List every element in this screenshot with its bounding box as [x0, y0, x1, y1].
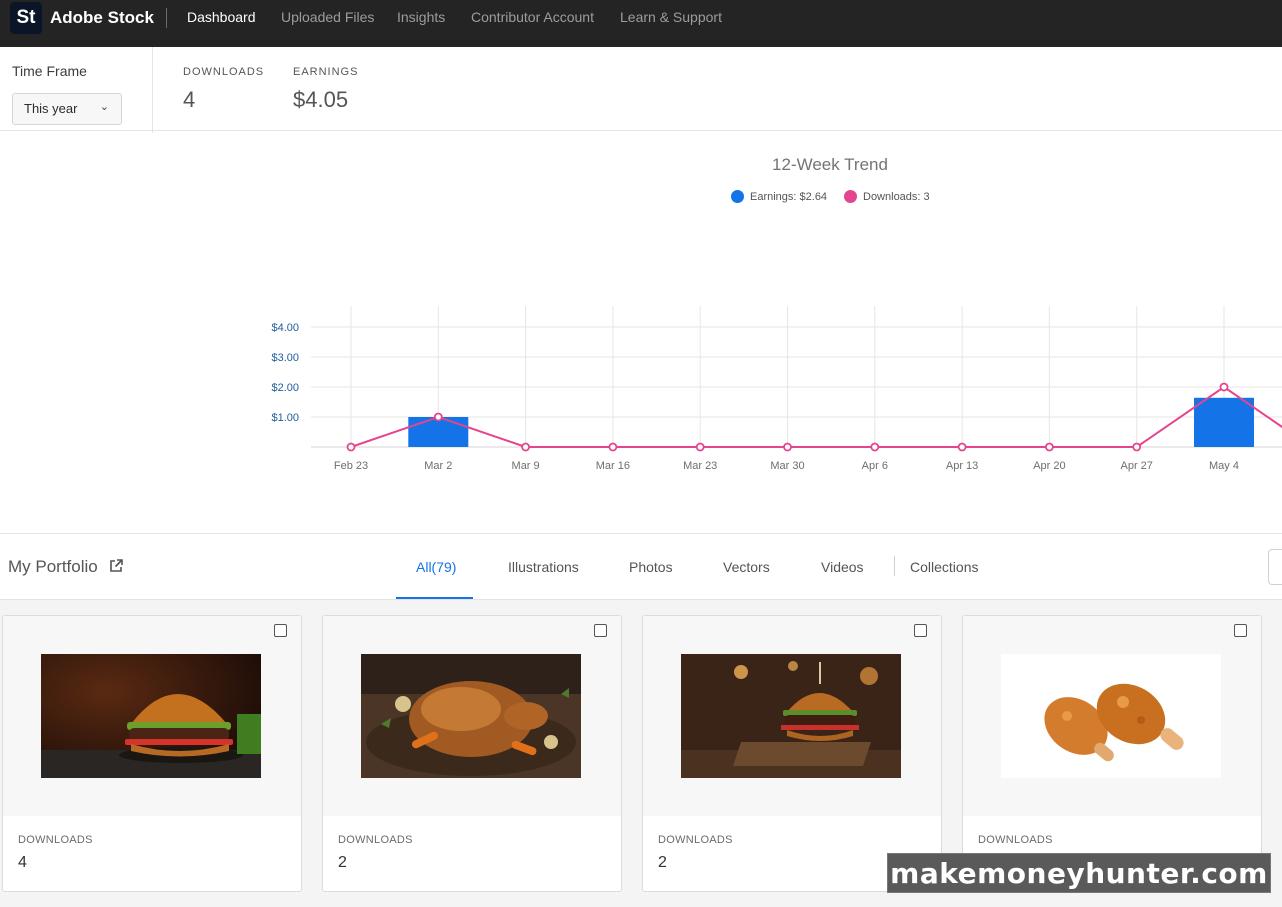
tab-separator	[894, 556, 895, 576]
stats-filter-bar: Time Frame This year ⌄ DOWNLOADS 4 EARNI…	[0, 47, 1282, 133]
asset-thumbnail-area	[963, 616, 1261, 816]
tab-collections[interactable]: Collections	[910, 559, 978, 575]
burger-on-board-image[interactable]	[681, 654, 901, 778]
earnings-bar	[408, 417, 469, 447]
brand-name[interactable]: Adobe Stock	[50, 8, 154, 28]
y-tick-label: $3.00	[271, 352, 299, 364]
select-checkbox[interactable]	[1234, 624, 1247, 637]
portfolio-header: My Portfolio All(79) Illustrations Photo…	[0, 533, 1282, 600]
active-tab-indicator	[396, 597, 473, 599]
earnings-legend-dot	[731, 190, 744, 203]
chevron-down-icon: ⌄	[99, 101, 109, 113]
downloads-label: DOWNLOADS	[978, 834, 1053, 846]
downloads-point	[346, 442, 356, 452]
fried-chicken-image[interactable]	[1001, 654, 1221, 778]
downloads-point	[1132, 442, 1142, 452]
x-tick-label: Mar 30	[770, 460, 804, 472]
downloads-point	[957, 442, 967, 452]
sort-button[interactable]	[1268, 549, 1282, 585]
downloads-point	[870, 442, 880, 452]
burger-image[interactable]	[41, 654, 261, 778]
downloads-label: DOWNLOADS	[18, 834, 93, 846]
x-tick-label: Feb 23	[334, 460, 368, 472]
downloads-point	[608, 442, 618, 452]
nav-divider	[166, 8, 167, 28]
select-checkbox[interactable]	[594, 624, 607, 637]
downloads-point	[521, 442, 530, 452]
asset-thumbnail-area	[323, 616, 621, 816]
asset-thumbnail-area	[3, 616, 301, 816]
downloads-point	[695, 442, 705, 452]
x-tick-label: Apr 6	[862, 460, 888, 472]
y-tick-label: $1.00	[271, 412, 299, 424]
x-tick-label: Apr 20	[1033, 460, 1065, 472]
earnings-stat-label: EARNINGS	[293, 66, 359, 78]
adobe-stock-logo[interactable]: St	[10, 2, 42, 34]
downloads-point	[1045, 442, 1054, 452]
select-checkbox[interactable]	[914, 624, 927, 637]
earnings-legend-label: Earnings: $2.64	[750, 190, 828, 203]
tab-illustrations[interactable]: Illustrations	[508, 559, 579, 575]
y-tick-label: $2.00	[271, 382, 299, 394]
nav-dashboard[interactable]: Dashboard	[187, 9, 256, 25]
tab-vectors[interactable]: Vectors	[723, 559, 770, 575]
downloads-label: DOWNLOADS	[658, 834, 733, 846]
nav-insights[interactable]: Insights	[397, 9, 445, 25]
asset-card[interactable]: DOWNLOADS 2	[322, 615, 622, 892]
x-tick-label: Mar 9	[512, 460, 540, 472]
legend-earnings[interactable]: Earnings: $2.64	[731, 190, 827, 203]
downloads-point	[783, 442, 792, 452]
x-tick-label: Apr 13	[946, 460, 978, 472]
roast-chicken-image[interactable]	[361, 654, 581, 778]
select-checkbox[interactable]	[274, 624, 287, 637]
downloads-count: 2	[338, 854, 347, 871]
top-navigation-bar: St Adobe Stock Dashboard Uploaded Files …	[0, 0, 1282, 47]
asset-thumbnail-area	[643, 616, 941, 816]
downloads-point	[433, 412, 443, 422]
tab-all[interactable]: All(79)	[416, 559, 456, 575]
trend-chart: $1.00 $2.00 $3.00 $4.00 Feb 23 Mar 2 Mar 9 Mar …	[271, 306, 1282, 472]
asset-card[interactable]: DOWNLOADS 2	[642, 615, 942, 892]
earnings-stat-value: $4.05	[293, 87, 349, 112]
time-frame-value: This year	[24, 101, 78, 116]
downloads-count: 4	[18, 854, 27, 871]
y-tick-label: $4.00	[271, 322, 299, 334]
x-tick-label: Mar 16	[596, 460, 630, 472]
external-link-icon[interactable]	[108, 558, 124, 574]
time-frame-label: Time Frame	[12, 63, 87, 79]
earnings-bar	[1194, 397, 1254, 447]
x-tick-label: Apr 27	[1120, 460, 1152, 472]
downloads-legend-label: Downloads: 3	[863, 190, 930, 203]
legend-downloads[interactable]: Downloads: 3	[844, 190, 930, 203]
x-tick-label: May 4	[1209, 460, 1239, 472]
downloads-count: 2	[658, 854, 667, 871]
nav-learn-support[interactable]: Learn & Support	[620, 9, 722, 25]
downloads-legend-dot	[844, 190, 857, 203]
downloads-stat-label: DOWNLOADS	[183, 66, 265, 78]
time-frame-select[interactable]: This year ⌄	[12, 93, 122, 125]
downloads-point	[1219, 382, 1229, 392]
downloads-label: DOWNLOADS	[338, 834, 413, 846]
tab-videos[interactable]: Videos	[821, 559, 864, 575]
asset-card[interactable]: DOWNLOADS	[962, 615, 1262, 892]
nav-uploaded-files[interactable]: Uploaded Files	[281, 9, 374, 25]
nav-contributor-account[interactable]: Contributor Account	[471, 9, 594, 25]
downloads-stat-value: 4	[183, 87, 196, 112]
filter-divider	[152, 47, 153, 133]
chart-title: 12-Week Trend	[772, 155, 888, 174]
portfolio-title: My Portfolio	[8, 557, 98, 576]
tab-photos[interactable]: Photos	[629, 559, 673, 575]
asset-card[interactable]: DOWNLOADS 4	[2, 615, 302, 892]
watermark-text: makemoneyhunter.com	[887, 853, 1271, 893]
x-tick-label: Mar 2	[424, 460, 452, 472]
x-tick-label: Mar 23	[683, 460, 717, 472]
